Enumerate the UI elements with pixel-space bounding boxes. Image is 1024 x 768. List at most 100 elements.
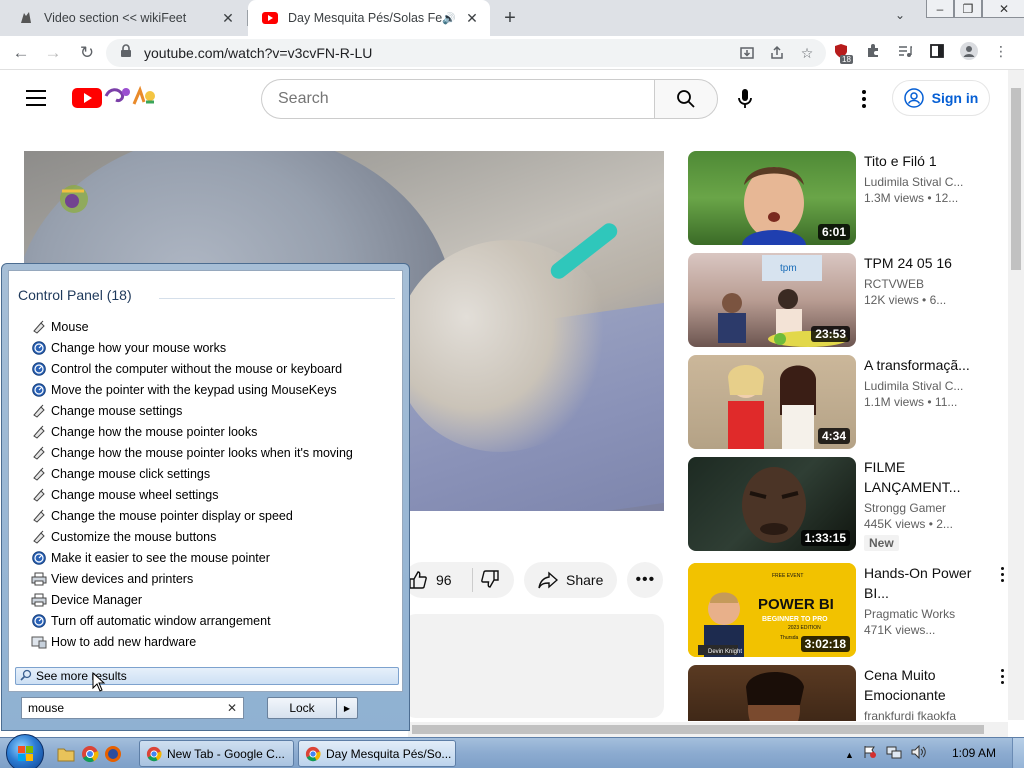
channel-name[interactable]: frankfurdi fkaokfa: [864, 709, 982, 721]
show-desktop-button[interactable]: [1012, 738, 1024, 768]
reload-button[interactable]: ↻: [76, 42, 98, 64]
extensions-puzzle-icon[interactable]: [864, 42, 882, 60]
youtube-logo-icon[interactable]: [72, 88, 102, 108]
search-result-item[interactable]: Change the mouse pointer display or spee…: [31, 505, 353, 526]
minimize-icon[interactable]: –: [926, 0, 954, 18]
scrollbar-thumb[interactable]: [412, 725, 984, 734]
video-title[interactable]: TPM 24 05 16: [864, 253, 982, 273]
share-icon[interactable]: [768, 44, 786, 62]
channel-name[interactable]: Strongg Gamer: [864, 501, 982, 515]
video-thumbnail[interactable]: [688, 665, 856, 721]
search-result-item[interactable]: Change mouse click settings: [31, 463, 353, 484]
more-options-icon[interactable]: [1001, 567, 1004, 582]
more-options-icon[interactable]: [1001, 669, 1004, 684]
taskbar-clock[interactable]: 1:09 AM: [952, 746, 996, 760]
recommendation-item[interactable]: tpm 23:53 TPM 24 05 16 RCTVWEB 12K views…: [688, 253, 1008, 347]
video-thumbnail[interactable]: tpm 23:53: [688, 253, 856, 347]
search-result-item[interactable]: Change mouse wheel settings: [31, 484, 353, 505]
close-window-icon[interactable]: ✕: [982, 0, 1024, 18]
chrome-menu-icon[interactable]: ⋮: [992, 42, 1010, 60]
more-actions-button[interactable]: •••: [627, 562, 664, 598]
video-title[interactable]: Tito e Filó 1: [864, 151, 982, 171]
search-button[interactable]: [654, 79, 718, 119]
action-center-flag-icon[interactable]: [863, 745, 877, 764]
restore-icon[interactable]: ❐: [954, 0, 982, 18]
recommendation-item[interactable]: Cena Muito Emocionante frankfurdi fkaokf…: [688, 665, 1008, 721]
media-control-icon[interactable]: [896, 42, 914, 60]
search-input[interactable]: Search: [261, 79, 655, 119]
forward-button[interactable]: →: [42, 42, 64, 64]
search-result-item[interactable]: How to add new hardware: [31, 631, 353, 652]
search-result-item[interactable]: Change how the mouse pointer looks when …: [31, 442, 353, 463]
youtube-doodle-icon[interactable]: [104, 84, 158, 110]
guide-menu-icon[interactable]: [26, 90, 46, 106]
video-thumbnail[interactable]: 1:33:15: [688, 457, 856, 551]
taskbar-button-new-tab[interactable]: New Tab - Google C...: [139, 740, 294, 767]
address-bar[interactable]: youtube.com/watch?v=v3cvFN-R-LU ☆: [106, 39, 826, 67]
shutdown-options-arrow-icon[interactable]: ▶: [336, 697, 358, 719]
channel-name[interactable]: Ludimila Stival C...: [864, 175, 982, 189]
page-vertical-scrollbar[interactable]: [1008, 70, 1024, 720]
lock-button[interactable]: Lock: [267, 697, 337, 719]
side-panel-icon[interactable]: [928, 42, 946, 60]
recommendation-item[interactable]: 1:33:15 FILME LANÇAMENT... Strongg Gamer…: [688, 457, 1008, 551]
video-title[interactable]: Cena Muito Emocionante: [864, 665, 982, 705]
search-result-item[interactable]: Change mouse settings: [31, 400, 353, 421]
results-group-title[interactable]: Control Panel (18): [18, 287, 132, 303]
search-result-item[interactable]: Change how your mouse works: [31, 337, 353, 358]
profile-avatar-icon[interactable]: [960, 42, 978, 60]
show-hidden-icons-icon[interactable]: ▲: [845, 750, 854, 760]
chrome-quicklaunch-icon[interactable]: [80, 744, 100, 764]
search-result-item[interactable]: Control the computer without the mouse o…: [31, 358, 353, 379]
search-result-item[interactable]: Make it easier to see the mouse pointer: [31, 547, 353, 568]
close-tab-icon[interactable]: ✕: [220, 10, 236, 26]
start-orb-icon[interactable]: [6, 734, 44, 768]
back-button[interactable]: ←: [10, 42, 32, 64]
clear-search-icon[interactable]: ✕: [227, 701, 237, 715]
lock-icon[interactable]: [120, 43, 134, 63]
search-result-item[interactable]: Turn off automatic window arrangement: [31, 610, 353, 631]
firefox-quicklaunch-icon[interactable]: [103, 744, 123, 764]
search-result-item[interactable]: Device Manager: [31, 589, 353, 610]
video-thumbnail[interactable]: 4:34: [688, 355, 856, 449]
recommendation-item[interactable]: Devin Knight FREE EVENT POWER BI BEGINNE…: [688, 563, 1008, 657]
tab-youtube[interactable]: Day Mesquita Pés/Solas Feet 🔊 ✕: [248, 0, 490, 36]
channel-name[interactable]: RCTVWEB: [864, 277, 982, 291]
volume-icon[interactable]: [911, 744, 927, 764]
new-tab-button[interactable]: +: [498, 6, 522, 30]
close-tab-icon[interactable]: ✕: [464, 10, 480, 26]
description-box[interactable]: [404, 614, 664, 718]
channel-watermark-icon[interactable]: [54, 181, 94, 217]
search-result-item[interactable]: Customize the mouse buttons: [31, 526, 353, 547]
video-title[interactable]: Hands-On Power BI...: [864, 563, 982, 603]
audio-playing-icon[interactable]: 🔊: [442, 12, 456, 25]
bookmark-star-icon[interactable]: ☆: [798, 44, 816, 62]
sign-in-button[interactable]: Sign in: [892, 80, 990, 116]
share-button[interactable]: Share: [524, 562, 618, 598]
dislike-button[interactable]: [480, 569, 500, 592]
video-title[interactable]: FILME LANÇAMENT...: [864, 457, 982, 497]
start-search-input[interactable]: mouse ✕: [21, 697, 244, 719]
taskbar-button-youtube[interactable]: Day Mesquita Pés/So...: [298, 740, 456, 767]
video-thumbnail[interactable]: Devin Knight FREE EVENT POWER BI BEGINNE…: [688, 563, 856, 657]
search-result-item[interactable]: Change how the mouse pointer looks: [31, 421, 353, 442]
scrollbar-thumb[interactable]: [1011, 88, 1021, 270]
explorer-quicklaunch-icon[interactable]: [56, 744, 76, 764]
search-result-item[interactable]: Mouse: [31, 316, 353, 337]
channel-name[interactable]: Pragmatic Works: [864, 607, 982, 621]
search-result-item[interactable]: View devices and printers: [31, 568, 353, 589]
like-button[interactable]: 96: [408, 570, 452, 590]
channel-name[interactable]: Ludimila Stival C...: [864, 379, 982, 393]
recommendation-item[interactable]: 6:01 Tito e Filó 1 Ludimila Stival C... …: [688, 151, 1008, 245]
see-more-results[interactable]: See more results: [15, 667, 399, 685]
tab-search-icon[interactable]: ⌄: [895, 8, 905, 22]
page-horizontal-scrollbar[interactable]: [408, 722, 1008, 737]
tab-wikifeet[interactable]: Video section << wikiFeet ✕: [4, 0, 246, 36]
voice-search-mic-icon[interactable]: [732, 86, 758, 112]
network-icon[interactable]: [886, 745, 902, 764]
recommendation-item[interactable]: 4:34 A transformaçã... Ludimila Stival C…: [688, 355, 1008, 449]
video-thumbnail[interactable]: 6:01: [688, 151, 856, 245]
video-title[interactable]: A transformaçã...: [864, 355, 982, 375]
install-app-icon[interactable]: [738, 44, 756, 62]
settings-menu-icon[interactable]: [856, 88, 872, 110]
